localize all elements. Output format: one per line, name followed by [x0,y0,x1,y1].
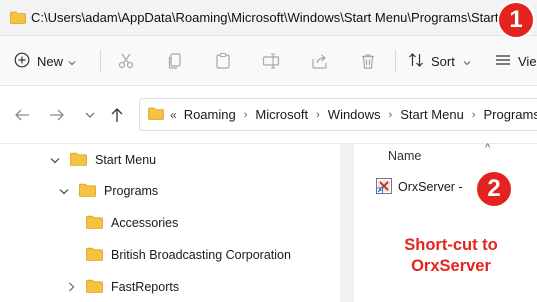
shortcut-app-icon [376,177,392,197]
annotation-badge-2: 2 [477,172,511,206]
folder-icon [79,183,96,200]
chevron-down-icon [68,54,76,69]
window-title-path: C:\Users\adam\AppData\Roaming\Microsoft\… [31,10,513,25]
file-row-orxserver[interactable]: OrxServer - [376,177,463,197]
breadcrumb-overflow[interactable]: « [170,108,177,122]
command-bar: New Sort Vie [0,36,537,86]
chevron-down-icon[interactable] [48,157,62,164]
new-button-label: New [37,53,64,69]
tree-item-accessories[interactable]: Accessories [86,211,178,235]
file-list: ^ Name OrxServer - [354,142,537,302]
forward-arrow-icon[interactable] [47,105,67,125]
folder-icon [148,107,164,123]
breadcrumb-windows[interactable]: Windows [328,107,381,122]
sort-arrows-icon [408,52,424,71]
navigation-bar: « Roaming › Microsoft › Windows › Start … [0,86,537,144]
up-arrow-icon[interactable] [107,105,127,125]
view-button-label: Vie [518,53,537,69]
copy-icon[interactable] [164,50,186,72]
tree-item-label: FastReports [111,280,180,294]
tree-item-label: Accessories [111,216,179,230]
toolbar-divider [100,50,101,72]
folder-icon [10,11,26,29]
annotation-note: Short-cut to OrxServer [392,235,510,277]
pane-splitter[interactable] [340,144,354,302]
sort-button[interactable]: Sort [408,36,471,86]
back-arrow-icon[interactable] [12,105,32,125]
toolbar-divider [395,50,396,72]
share-icon[interactable] [309,50,331,72]
title-bar: C:\Users\adam\AppData\Roaming\Microsoft\… [0,0,537,36]
chevron-right-icon[interactable]: › [389,109,393,121]
view-lines-icon [495,53,511,70]
annotation-note-line: OrxServer [411,257,491,275]
tree-item-british-broadcasting-corporation[interactable]: British Broadcasting Corporation [86,243,291,267]
breadcrumb-roaming[interactable]: Roaming [184,107,236,122]
breadcrumb-microsoft[interactable]: Microsoft [255,107,308,122]
plus-circle-icon [14,52,30,71]
paste-icon[interactable] [212,50,234,72]
folder-icon [86,279,103,296]
delete-icon[interactable] [357,50,379,72]
sort-ascending-caret: ^ [485,142,491,154]
new-button[interactable]: New [14,36,76,86]
tree-item-programs[interactable]: Programs [57,179,158,203]
tree-item-label: Start Menu [95,153,157,167]
file-name: OrxServer - [398,180,463,194]
tree-item-start-menu[interactable]: Start Menu [48,148,156,172]
view-button[interactable]: Vie [495,36,537,86]
address-bar[interactable]: « Roaming › Microsoft › Windows › Start … [139,98,537,131]
chevron-down-icon [463,54,471,69]
chevron-down-icon[interactable] [80,105,100,125]
breadcrumb-start-menu[interactable]: Start Menu [400,107,464,122]
navigation-tree: Start Menu Programs Accessories British … [0,144,340,302]
folder-icon [86,215,103,232]
chevron-down-icon[interactable] [57,188,71,195]
chevron-right-icon[interactable] [64,282,78,292]
chevron-right-icon[interactable]: › [316,109,320,121]
rename-icon[interactable] [260,50,282,72]
chevron-right-icon[interactable]: › [244,109,248,121]
tree-item-label: British Broadcasting Corporation [111,248,291,262]
cut-icon[interactable] [115,50,137,72]
folder-icon [70,152,87,169]
tree-item-label: Programs [104,184,159,198]
column-header-name[interactable]: Name [388,149,421,163]
chevron-right-icon[interactable]: › [472,109,476,121]
sort-button-label: Sort [431,53,455,69]
folder-icon [86,247,103,264]
annotation-note-line: Short-cut to [404,236,498,254]
tree-item-fastreports[interactable]: FastReports [64,275,179,299]
breadcrumb-programs[interactable]: Programs [483,107,537,122]
annotation-badge-1: 1 [499,3,533,37]
